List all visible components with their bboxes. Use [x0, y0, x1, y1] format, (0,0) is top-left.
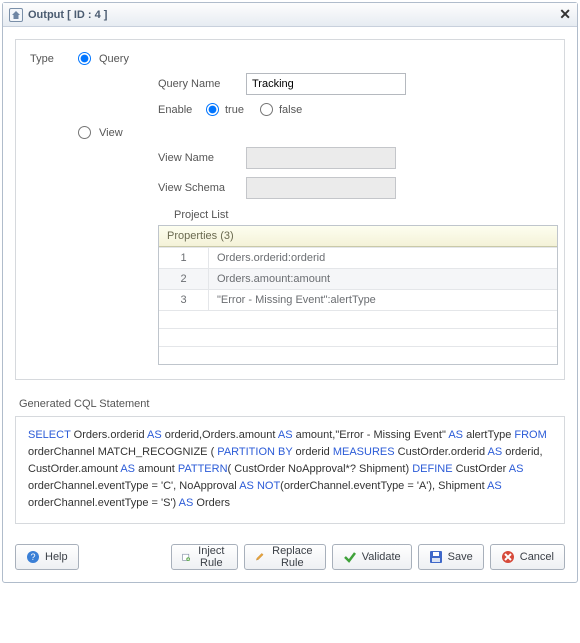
enable-false-radio[interactable] — [260, 103, 273, 116]
view-name-input — [246, 147, 396, 169]
output-panel: Output [ ID : 4 ] ✕ Type Query Query Nam… — [2, 2, 578, 583]
close-icon[interactable]: ✕ — [559, 6, 571, 23]
type-view-label: View — [99, 127, 123, 139]
view-schema-label: View Schema — [158, 182, 246, 194]
view-schema-input — [246, 177, 396, 199]
enable-true-label: true — [225, 104, 244, 116]
type-label: Type — [30, 53, 78, 65]
panel-title: Output [ ID : 4 ] — [28, 9, 107, 21]
enable-label: Enable — [158, 104, 206, 116]
titlebar: Output [ ID : 4 ] ✕ — [3, 3, 577, 27]
enable-false-label: false — [279, 104, 302, 116]
type-query-radio[interactable] — [78, 52, 91, 65]
type-view-radio[interactable] — [78, 126, 91, 139]
table-row[interactable]: 1 Orders.orderid:orderid — [159, 247, 557, 268]
table-row[interactable]: 2 Orders.amount:amount — [159, 268, 557, 289]
button-bar: ? Help Inject Rule Replace Rule Validate… — [3, 536, 577, 582]
properties-grid: Properties (3) 1 Orders.orderid:orderid … — [158, 225, 558, 365]
project-list-label: Project List — [174, 209, 550, 221]
query-name-label: Query Name — [158, 78, 246, 90]
svg-text:?: ? — [30, 552, 35, 562]
cancel-icon — [501, 550, 515, 564]
cql-statement: SELECT Orders.orderid AS orderid,Orders.… — [15, 416, 565, 524]
replace-rule-button[interactable]: Replace Rule — [244, 544, 325, 570]
save-icon — [429, 550, 443, 564]
inject-rule-button[interactable]: Inject Rule — [171, 544, 239, 570]
pencil-icon — [255, 550, 265, 564]
enable-true-radio[interactable] — [206, 103, 219, 116]
properties-header: Properties (3) — [159, 226, 557, 247]
table-row[interactable]: 3 "Error - Missing Event":alertType — [159, 289, 557, 310]
view-name-label: View Name — [158, 152, 246, 164]
query-name-input[interactable] — [246, 73, 406, 95]
validate-button[interactable]: Validate — [332, 544, 412, 570]
save-button[interactable]: Save — [418, 544, 484, 570]
inject-icon — [182, 550, 191, 564]
cql-label: Generated CQL Statement — [19, 398, 561, 410]
check-icon — [343, 550, 357, 564]
help-icon: ? — [26, 550, 40, 564]
help-button[interactable]: ? Help — [15, 544, 79, 570]
cancel-button[interactable]: Cancel — [490, 544, 565, 570]
type-form: Type Query Query Name Enable true — [15, 39, 565, 380]
home-icon[interactable] — [9, 8, 23, 22]
type-query-label: Query — [99, 53, 129, 65]
